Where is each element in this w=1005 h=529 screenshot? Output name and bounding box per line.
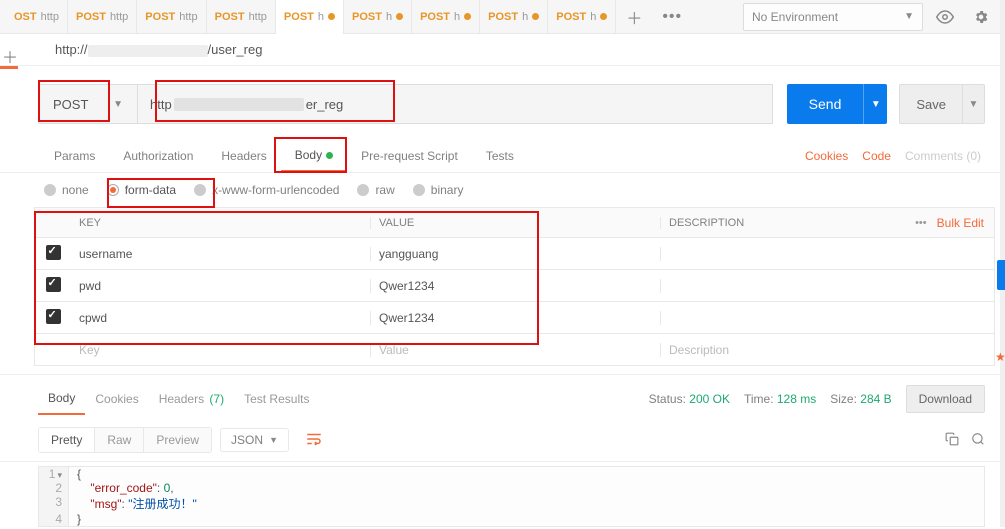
request-tab[interactable]: POST h <box>276 0 344 34</box>
table-row: pwd Qwer1234 <box>35 270 994 302</box>
copy-icon[interactable] <box>945 432 959 449</box>
eye-icon[interactable] <box>931 3 959 31</box>
cookies-link[interactable]: Cookies <box>805 149 848 163</box>
request-tab[interactable]: OST http <box>6 0 68 34</box>
tab-params[interactable]: Params <box>40 141 109 171</box>
more-icon[interactable]: ••• <box>915 217 927 229</box>
radio-raw[interactable]: raw <box>357 183 394 197</box>
request-tab[interactable]: POST http <box>137 0 206 34</box>
radio-binary[interactable]: binary <box>413 183 464 197</box>
view-preview[interactable]: Preview <box>144 428 211 452</box>
save-dropdown[interactable]: ▼ <box>963 84 985 124</box>
gear-icon[interactable] <box>967 3 995 31</box>
method-select[interactable]: POST ▼ <box>38 84 138 124</box>
resp-tab-tests[interactable]: Test Results <box>234 384 319 414</box>
checkbox[interactable] <box>46 245 61 260</box>
key-cell[interactable]: pwd <box>71 279 371 293</box>
key-cell[interactable]: cpwd <box>71 311 371 325</box>
caret-down-icon: ▼ <box>113 99 123 110</box>
request-tab[interactable]: POST h <box>480 0 548 34</box>
col-header-description: DESCRIPTION <box>661 217 884 229</box>
resp-tab-cookies[interactable]: Cookies <box>85 384 148 414</box>
tab-add[interactable]: ＋ <box>616 0 652 34</box>
request-tab[interactable]: POST h <box>412 0 480 34</box>
side-marker: ★ <box>995 350 1005 364</box>
checkbox[interactable] <box>46 309 61 324</box>
format-select[interactable]: JSON ▼ <box>220 428 289 452</box>
send-button[interactable]: Send <box>787 84 864 124</box>
col-header-value: VALUE <box>371 217 661 229</box>
value-input-placeholder[interactable]: Value <box>371 343 661 357</box>
value-cell[interactable]: Qwer1234 <box>371 279 661 293</box>
save-button[interactable]: Save <box>899 84 963 124</box>
resp-tab-body[interactable]: Body <box>38 383 85 415</box>
radio-formdata[interactable]: form-data <box>107 183 176 197</box>
table-row: cpwd Qwer1234 <box>35 302 994 334</box>
request-tab[interactable]: POST h <box>344 0 412 34</box>
comments-link[interactable]: Comments (0) <box>905 149 981 163</box>
caret-down-icon: ▼ <box>904 11 914 22</box>
request-tab[interactable]: POST http <box>207 0 276 34</box>
environment-label: No Environment <box>752 10 838 24</box>
new-request-icon[interactable]: ＋ <box>2 44 18 68</box>
download-button[interactable]: Download <box>906 385 985 413</box>
request-tab[interactable]: POST h <box>548 0 616 34</box>
resp-tab-headers[interactable]: Headers (7) <box>149 384 234 414</box>
view-raw[interactable]: Raw <box>95 428 144 452</box>
value-cell[interactable]: yangguang <box>371 247 661 261</box>
radio-none[interactable]: none <box>44 183 89 197</box>
radio-urlencoded[interactable]: x-www-form-urlencoded <box>194 183 339 197</box>
tab-authorization[interactable]: Authorization <box>109 141 207 171</box>
time-label: Time: 128 ms <box>744 392 816 406</box>
environment-select[interactable]: No Environment ▼ <box>743 3 923 31</box>
status-label: Status: 200 OK <box>649 392 730 406</box>
tab-tests[interactable]: Tests <box>472 141 528 171</box>
send-dropdown[interactable]: ▼ <box>863 84 887 124</box>
key-cell[interactable]: username <box>71 247 371 261</box>
response-body[interactable]: 1▾{ 2 "error_code": 0, 3 "msg": "注册成功！" … <box>38 466 985 527</box>
tab-body[interactable]: Body <box>281 140 347 172</box>
left-accent <box>0 66 18 69</box>
side-panel-tab[interactable] <box>997 260 1005 290</box>
size-label: Size: 284 B <box>830 392 891 406</box>
request-tab[interactable]: POST http <box>68 0 137 34</box>
method-label: POST <box>53 97 88 112</box>
checkbox[interactable] <box>46 277 61 292</box>
key-input-placeholder[interactable]: Key <box>71 343 371 357</box>
wrap-icon[interactable] <box>297 428 331 453</box>
bulk-edit-link[interactable]: Bulk Edit <box>937 216 984 230</box>
code-link[interactable]: Code <box>862 149 891 163</box>
col-header-key: KEY <box>71 217 371 229</box>
view-pretty[interactable]: Pretty <box>39 428 95 452</box>
tab-headers[interactable]: Headers <box>207 141 280 171</box>
dot-indicator-icon <box>326 152 333 159</box>
table-row: username yangguang <box>35 238 994 270</box>
breadcrumb: http:///user_reg <box>0 34 1005 66</box>
url-input[interactable]: httper_reg <box>138 84 773 124</box>
search-icon[interactable] <box>971 432 985 449</box>
desc-input-placeholder[interactable]: Description <box>661 343 884 357</box>
tab-prerequest[interactable]: Pre-request Script <box>347 141 472 171</box>
tab-overflow[interactable]: ••• <box>652 0 692 34</box>
value-cell[interactable]: Qwer1234 <box>371 311 661 325</box>
